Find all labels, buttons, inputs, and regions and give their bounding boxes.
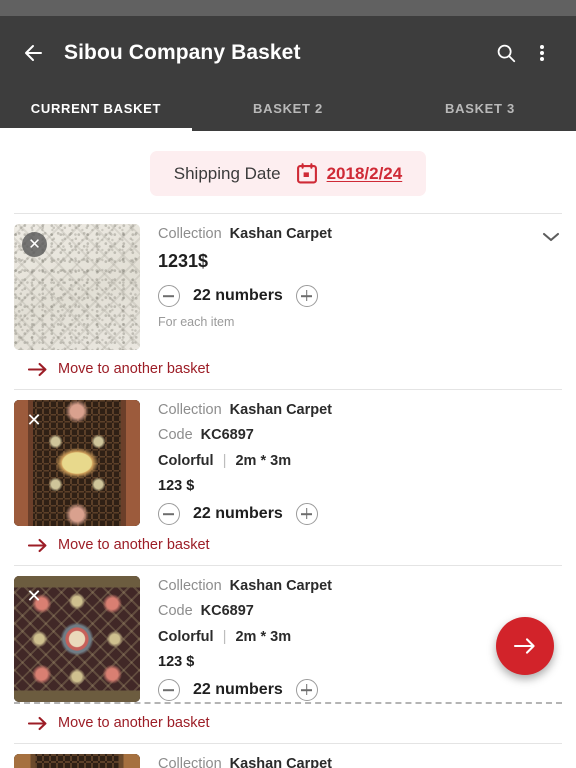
item-thumbnail[interactable]: ✕ <box>14 224 140 350</box>
quantity-value: 22 numbers <box>193 681 283 698</box>
list-item[interactable]: ✕ Collection Kashan Carpet 1231$ 22 numb… <box>0 214 576 389</box>
tab-basket-3[interactable]: BASKET 3 <box>384 90 576 131</box>
expand-item-button[interactable] <box>532 224 562 244</box>
collection-line: Collection Kashan Carpet <box>158 756 562 768</box>
item-row: ✕ Collection Kashan Carpet Code KC6897 C… <box>14 400 562 526</box>
arrow-right-icon <box>28 716 47 730</box>
quantity-stepper: 22 numbers <box>158 503 562 525</box>
attribute-line: Colorful | 2m * 3m <box>158 452 562 469</box>
page-title: Sibou Company Basket <box>64 41 301 64</box>
arrow-right-icon <box>513 638 535 654</box>
code-label: Code <box>158 603 193 619</box>
code-line: Code KC6897 <box>158 427 562 443</box>
tab-basket-2[interactable]: BASKET 2 <box>192 90 384 131</box>
remove-item-button[interactable]: ✕ <box>22 232 47 257</box>
tab-label: BASKET 2 <box>253 101 323 116</box>
tab-current-basket[interactable]: CURRENT BASKET <box>0 90 192 131</box>
code-value: KC6897 <box>200 427 254 443</box>
list-item[interactable]: ✕ Collection Kashan Carpet <box>0 744 576 768</box>
collection-line: Collection Kashan Carpet <box>158 402 562 418</box>
back-button[interactable] <box>16 36 50 70</box>
color-attribute: Colorful <box>158 628 214 645</box>
search-icon <box>497 44 516 63</box>
collection-label: Collection <box>158 226 222 242</box>
plus-circle-icon[interactable] <box>295 679 318 701</box>
collection-line: Collection Kashan Carpet <box>158 578 562 594</box>
search-button[interactable] <box>488 35 524 71</box>
app-bar: Sibou Company Basket <box>0 16 576 90</box>
shipping-date-value[interactable]: 2018/2/24 <box>327 164 403 184</box>
item-row: ✕ Collection Kashan Carpet <box>14 754 562 768</box>
item-price: 1231$ <box>158 251 209 271</box>
collection-label: Collection <box>158 578 222 594</box>
item-info: Collection Kashan Carpet <box>140 754 562 768</box>
arrow-right-icon <box>28 538 47 552</box>
chevron-down-icon <box>542 232 560 242</box>
move-to-another-basket-button[interactable]: Move to another basket <box>14 704 562 743</box>
size-attribute: 2m * 3m <box>235 452 292 469</box>
quantity-value: 22 numbers <box>193 505 283 522</box>
list-item[interactable]: ✕ Collection Kashan Carpet Code KC6897 C… <box>0 390 576 565</box>
kebab-menu-icon <box>540 43 544 63</box>
tab-label: CURRENT BASKET <box>30 101 162 116</box>
item-info: Collection Kashan Carpet 1231$ 22 number… <box>140 224 532 329</box>
calendar-icon <box>296 163 317 184</box>
color-attribute: Colorful <box>158 452 214 469</box>
size-attribute: 2m * 3m <box>235 628 292 645</box>
quantity-stepper: 22 numbers <box>158 285 532 307</box>
code-label: Code <box>158 427 193 443</box>
move-link-label: Move to another basket <box>58 361 210 377</box>
quantity-stepper: 22 numbers <box>158 679 562 701</box>
move-link-label: Move to another basket <box>58 537 210 553</box>
item-thumbnail[interactable]: ✕ <box>14 400 140 526</box>
minus-circle-icon[interactable] <box>158 679 180 701</box>
collection-value: Kashan Carpet <box>229 756 333 768</box>
plus-circle-icon[interactable] <box>295 285 318 307</box>
move-to-another-basket-button[interactable]: Move to another basket <box>14 350 562 389</box>
shipping-date-value-group[interactable]: 2018/2/24 <box>296 163 403 184</box>
list-item[interactable]: ✕ Collection Kashan Carpet Code KC6897 C… <box>0 566 576 743</box>
item-sub-note: For each item <box>158 315 235 329</box>
app-root: Sibou Company Basket CURRENT BASKET BASK… <box>0 0 576 768</box>
move-to-another-basket-button[interactable]: Move to another basket <box>14 526 562 565</box>
item-thumbnail[interactable]: ✕ <box>14 754 140 768</box>
tab-label: BASKET 3 <box>445 101 515 116</box>
collection-value: Kashan Carpet <box>229 226 333 242</box>
shipping-date-chip[interactable]: Shipping Date 2018/2/24 <box>149 151 427 196</box>
code-value: KC6897 <box>200 603 254 619</box>
collection-label: Collection <box>158 756 222 768</box>
shipping-date-label: Shipping Date <box>173 163 281 183</box>
status-bar <box>0 0 576 16</box>
collection-value: Kashan Carpet <box>229 402 333 418</box>
item-info: Collection Kashan Carpet Code KC6897 Col… <box>140 400 562 525</box>
shipping-date-section: Shipping Date 2018/2/24 <box>0 131 576 213</box>
attribute-separator: | <box>222 452 227 469</box>
quantity-value: 22 numbers <box>193 287 283 304</box>
item-thumbnail[interactable]: ✕ <box>14 576 140 702</box>
tab-indicator <box>0 128 192 131</box>
minus-circle-icon[interactable] <box>158 285 180 307</box>
collection-label: Collection <box>158 402 222 418</box>
collection-line: Collection Kashan Carpet <box>158 226 532 242</box>
code-line: Code KC6897 <box>158 603 562 619</box>
collection-value: Kashan Carpet <box>229 578 333 594</box>
arrow-left-icon <box>25 45 42 61</box>
plus-circle-icon[interactable] <box>295 503 318 525</box>
move-link-label: Move to another basket <box>58 715 210 731</box>
overflow-menu-button[interactable] <box>524 35 560 71</box>
item-row: ✕ Collection Kashan Carpet 1231$ 22 numb… <box>14 224 562 350</box>
arrow-right-icon <box>28 362 47 376</box>
basket-item-list: ✕ Collection Kashan Carpet 1231$ 22 numb… <box>0 213 576 768</box>
item-price: 123 $ <box>158 478 195 494</box>
remove-item-button[interactable]: ✕ <box>23 409 45 431</box>
item-row: ✕ Collection Kashan Carpet Code KC6897 C… <box>14 576 562 702</box>
minus-circle-icon[interactable] <box>158 503 180 525</box>
tab-bar: CURRENT BASKET BASKET 2 BASKET 3 <box>0 90 576 131</box>
next-fab-button[interactable] <box>496 617 554 675</box>
attribute-separator: | <box>222 628 227 645</box>
remove-item-button[interactable]: ✕ <box>23 585 45 607</box>
